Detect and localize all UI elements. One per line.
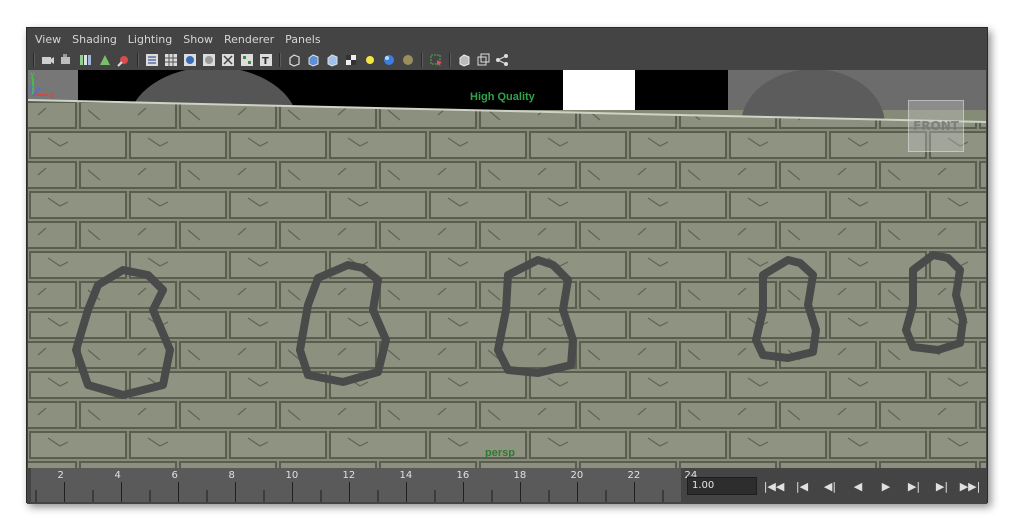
time-slider: 2 4 6 8 10 12 14 16 18 20 22 24 1.00 |◀◀ |◀ ◀| ◀ ▶ ▶| ▶| ▶… — [27, 468, 987, 504]
toolbar-separator — [449, 53, 451, 67]
time-ruler-ticks — [35, 482, 664, 502]
menu-show[interactable]: Show — [183, 33, 213, 46]
go-to-start-button[interactable]: |◀◀ — [762, 477, 786, 495]
panel-menu-bar: View Shading Lighting Show Renderer Pane… — [27, 28, 987, 50]
perspective-viewport[interactable]: High Quality FRONT y x z persp — [28, 70, 986, 468]
step-forward-key-button[interactable]: ▶| — [930, 477, 954, 495]
brick-wall-render — [28, 70, 986, 468]
playback-controls: |◀◀ |◀ ◀| ◀ ▶ ▶| ▶| ▶▶| — [762, 477, 982, 495]
panel-icon[interactable] — [475, 52, 491, 68]
select-camera-icon[interactable] — [428, 52, 444, 68]
menu-shading[interactable]: Shading — [72, 33, 117, 46]
xray-icon[interactable] — [220, 52, 236, 68]
play-backward-button[interactable]: ◀ — [846, 477, 870, 495]
share-icon[interactable] — [494, 52, 510, 68]
cube-outline-icon[interactable] — [456, 52, 472, 68]
viewcube[interactable]: FRONT — [908, 100, 964, 152]
ruler-tick-label: 8 — [228, 470, 235, 481]
grid-icon[interactable] — [163, 52, 179, 68]
ruler-tick-label: 6 — [171, 470, 178, 481]
step-back-key-button[interactable]: |◀ — [790, 477, 814, 495]
light-sphere-icon[interactable] — [362, 52, 378, 68]
image-plane-icon[interactable] — [97, 52, 113, 68]
renderer-label: High Quality — [470, 91, 535, 103]
ruler-tick-label: 10 — [285, 470, 299, 481]
svg-text:y: y — [30, 70, 35, 79]
ruler-tick-label: 2 — [57, 470, 64, 481]
camera-select-icon[interactable] — [40, 52, 56, 68]
menu-renderer[interactable]: Renderer — [224, 33, 274, 46]
cube-textured-icon[interactable] — [324, 52, 340, 68]
current-frame-field[interactable]: 1.00 — [687, 477, 757, 495]
viewcube-face-label: FRONT — [913, 119, 959, 133]
step-forward-frame-button[interactable]: ▶| — [902, 477, 926, 495]
ruler-tick-label: 4 — [114, 470, 121, 481]
toolbar-separator — [33, 53, 35, 67]
play-forward-button[interactable]: ▶ — [874, 477, 898, 495]
ambient-occlusion-icon[interactable] — [400, 52, 416, 68]
toolbar-separator — [279, 53, 281, 67]
svg-text:z: z — [29, 84, 33, 93]
shadow-sphere-icon[interactable] — [381, 52, 397, 68]
cube-shaded-icon[interactable] — [305, 52, 321, 68]
ruler-tick-label: 14 — [399, 470, 413, 481]
menu-view[interactable]: View — [35, 33, 61, 46]
default-material-icon[interactable] — [201, 52, 217, 68]
step-back-frame-button[interactable]: ◀| — [818, 477, 842, 495]
camera-attributes-icon[interactable] — [59, 52, 75, 68]
ruler-tick-label: 20 — [570, 470, 584, 481]
ruler-tick-label: 12 — [342, 470, 356, 481]
bookmarks-icon[interactable] — [78, 52, 94, 68]
checker-icon[interactable] — [343, 52, 359, 68]
2d-pan-zoom-icon[interactable] — [116, 52, 132, 68]
svg-text:x: x — [49, 91, 54, 100]
smooth-shade-icon[interactable] — [182, 52, 198, 68]
wireframe-icon[interactable] — [144, 52, 160, 68]
menu-lighting[interactable]: Lighting — [128, 33, 172, 46]
svg-text:T: T — [262, 56, 269, 67]
toolbar-separator — [137, 53, 139, 67]
toolbar-separator — [421, 53, 423, 67]
isolate-icon[interactable]: T — [258, 52, 274, 68]
go-to-end-button[interactable]: ▶▶| — [958, 477, 982, 495]
ruler-tick-label: 16 — [456, 470, 470, 481]
maya-viewport-panel: View Shading Lighting Show Renderer Pane… — [26, 27, 988, 504]
time-ruler[interactable]: 2 4 6 8 10 12 14 16 18 20 22 24 — [31, 468, 697, 502]
texture-icon[interactable] — [239, 52, 255, 68]
axis-indicator-icon: y x z — [29, 70, 54, 100]
camera-label: persp — [485, 447, 515, 459]
ruler-tick-label: 18 — [513, 470, 527, 481]
menu-panels[interactable]: Panels — [285, 33, 320, 46]
cube-wire-icon[interactable] — [286, 52, 302, 68]
ruler-tick-label: 22 — [627, 470, 641, 481]
panel-toolbar: T — [27, 50, 987, 70]
